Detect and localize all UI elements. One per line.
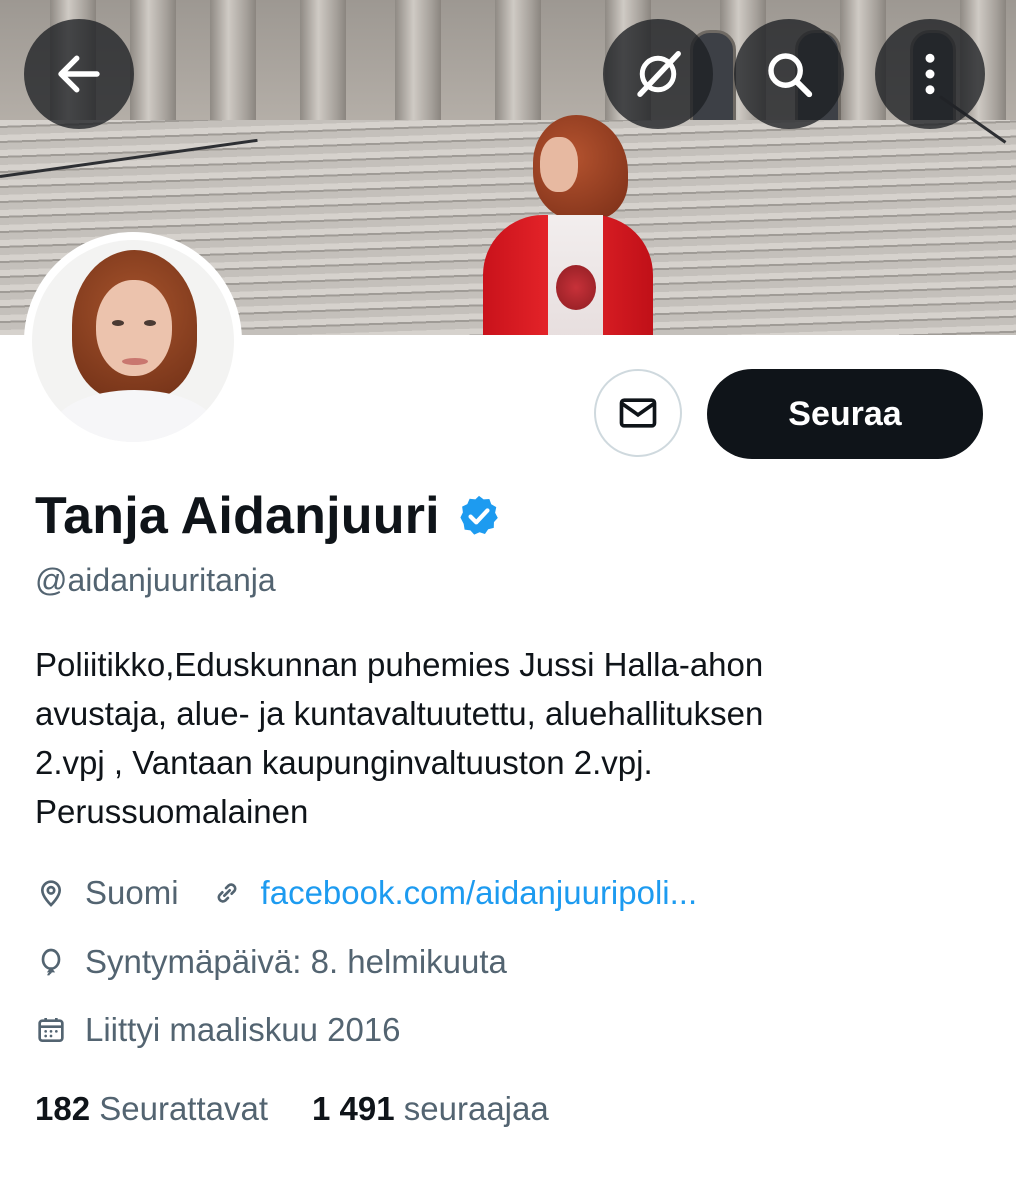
search-icon [768, 53, 813, 98]
grok-icon [637, 51, 681, 97]
message-button[interactable] [594, 369, 682, 457]
followers-count: 1 491 [312, 1090, 395, 1127]
more-vertical-icon [925, 53, 935, 95]
arrow-left-icon [58, 55, 100, 93]
profile-location: Suomi [85, 874, 179, 911]
bio-line: Poliitikko,Eduskunnan puhemies Jussi Hal… [35, 646, 764, 683]
profile-name: Tanja Aidanjuuri [35, 487, 440, 545]
profile-meta-birthday: Syntymäpäivä: 8. helmikuuta [35, 943, 507, 981]
more-options-button[interactable] [875, 19, 985, 129]
search-button[interactable] [734, 19, 844, 129]
banner-person [478, 115, 668, 335]
profile-meta-location-website: Suomi facebook.com/aidanjuuripoli... [35, 874, 697, 912]
profile-joined-date: Liittyi maaliskuu 2016 [85, 1011, 401, 1048]
followers-link[interactable]: 1 491 seuraajaa [312, 1090, 549, 1127]
following-link[interactable]: 182 Seurattavat [35, 1090, 268, 1127]
following-label: Seurattavat [99, 1090, 269, 1127]
profile-meta-joined: Liittyi maaliskuu 2016 [35, 1011, 401, 1049]
profile-bio: Poliitikko,Eduskunnan puhemies Jussi Hal… [35, 640, 985, 836]
location-pin-icon [40, 880, 62, 907]
link-icon [217, 883, 236, 903]
profile-website-link[interactable]: facebook.com/aidanjuuripoli... [261, 874, 698, 912]
followers-label: seuraajaa [403, 1090, 549, 1127]
following-count: 182 [35, 1090, 91, 1127]
calendar-icon [38, 1018, 64, 1042]
profile-birthday: Syntymäpäivä: 8. helmikuuta [85, 943, 507, 980]
back-button[interactable] [24, 19, 134, 129]
profile-avatar[interactable] [24, 232, 242, 450]
envelope-icon [619, 398, 657, 428]
bio-line: avustaja, alue- ja kuntavaltuutettu, alu… [35, 695, 764, 732]
verified-badge-icon[interactable] [456, 493, 502, 539]
grok-button[interactable] [603, 19, 713, 129]
bio-line: Perussuomalainen [35, 793, 309, 830]
follow-counts: 182 Seurattavat 1 491 seuraajaa [35, 1090, 549, 1128]
bio-line: 2.vpj , Vantaan kaupunginvaltuuston 2.vp… [35, 744, 653, 781]
balloon-icon [41, 948, 61, 976]
profile-handle: @aidanjuuritanja [35, 562, 276, 598]
follow-button[interactable]: Seuraa [707, 369, 983, 459]
profile-name-row: Tanja Aidanjuuri [35, 486, 502, 546]
